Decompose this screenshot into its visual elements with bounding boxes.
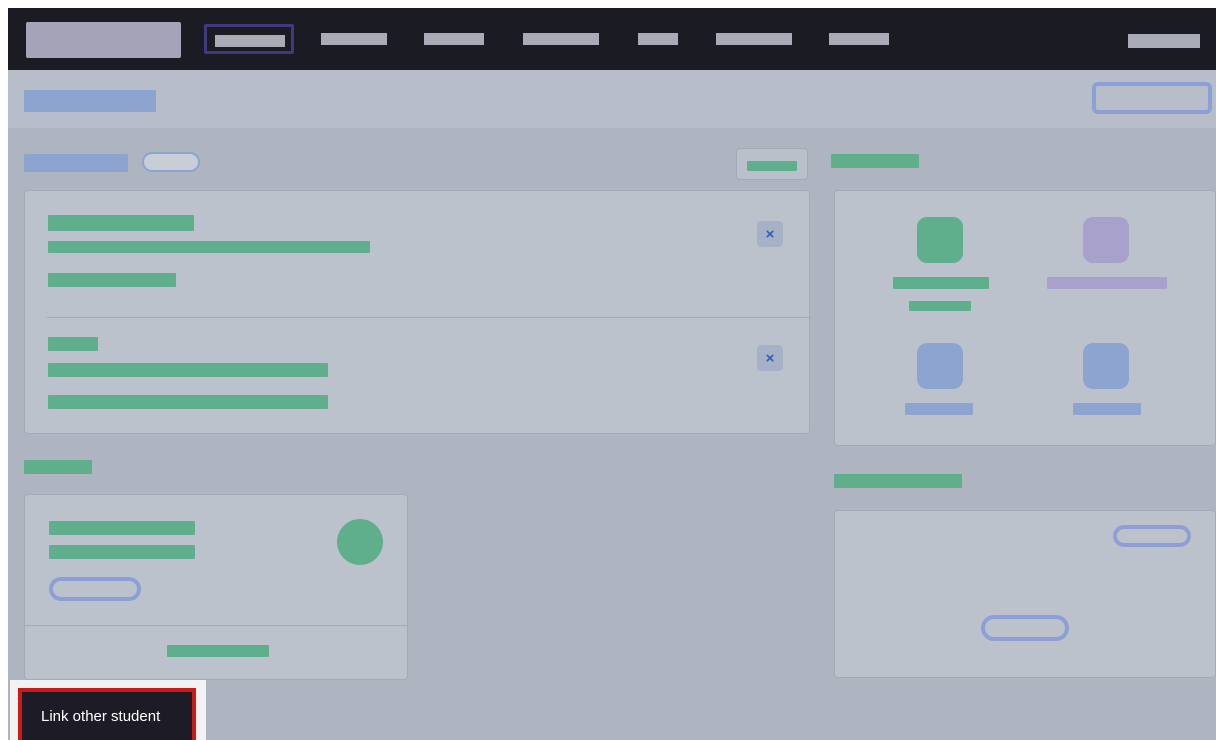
app-label [905,403,973,415]
app-icon-blue[interactable] [917,343,963,389]
app-sublabel [909,301,971,311]
nav-item[interactable] [638,33,678,45]
section-toggle[interactable] [142,152,200,172]
app-icon-green[interactable] [917,217,963,263]
app-label [893,277,989,289]
link-student-highlight: Link other student [10,680,206,740]
entry-title [48,215,194,231]
close-icon[interactable]: × [757,345,783,371]
entry-divider [47,317,811,318]
student-section-title [24,460,92,474]
app-icon-blue[interactable] [1083,343,1129,389]
app-label [1073,403,1141,415]
entry-subtitle [48,241,370,253]
entry-subtitle [48,363,328,377]
nav-item-active[interactable] [204,24,294,54]
nav-item[interactable] [829,33,889,45]
app-icon-purple[interactable] [1083,217,1129,263]
section-filter-button[interactable] [736,148,808,180]
page-title [24,90,156,112]
section-title [24,154,128,172]
app-label [1047,277,1167,289]
close-icon[interactable]: × [757,221,783,247]
secondary-bottom-button[interactable] [981,615,1069,641]
card-divider [25,625,409,626]
header-action-button[interactable] [1092,82,1212,114]
avatar [337,519,383,565]
app-window: × × [8,8,1216,740]
nav-item[interactable] [321,33,387,45]
apps-card [834,190,1216,446]
nav-item[interactable] [716,33,792,45]
secondary-top-button[interactable] [1113,525,1191,547]
student-name [49,521,195,535]
student-card [24,494,409,680]
entry-title [48,337,98,351]
apps-section-title [831,154,919,168]
student-footer-link[interactable] [167,645,269,657]
page-header [8,70,1216,128]
linked-list-card: × × [24,190,811,434]
student-detail [49,545,195,559]
link-student-button-border: Link other student [18,688,196,740]
entry-detail [48,273,176,287]
nav-user-menu[interactable] [1128,34,1200,48]
nav-item[interactable] [424,33,484,45]
nav-item[interactable] [523,33,599,45]
entry-detail [48,395,328,409]
link-other-student-button[interactable]: Link other student [22,692,192,740]
student-action-button[interactable] [49,577,141,601]
top-nav-bar [8,8,1216,70]
secondary-section-title [834,474,962,488]
brand-logo[interactable] [26,22,181,58]
secondary-card [834,510,1216,678]
